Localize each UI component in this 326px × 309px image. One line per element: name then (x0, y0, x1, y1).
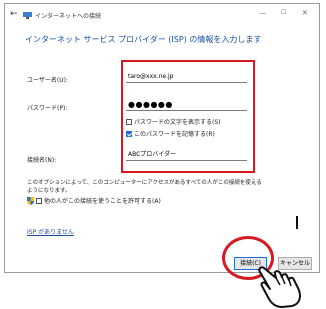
allow-others-row[interactable]: 他の人がこの接続を使うことを許可する(A) (27, 196, 161, 205)
page-heading: インターネット サービス プロバイダー (ISP) の情報を入力します (25, 35, 262, 44)
sharing-note: このオプションによって、このコンピューターにアクセスがあるすべての人がこの接続を… (27, 180, 262, 194)
username-label: ユーザー名(U): (27, 77, 68, 84)
no-isp-link[interactable]: ISP がありません (27, 227, 74, 236)
network-icon (23, 12, 32, 19)
allow-others-label: 他の人がこの接続を使うことを許可する(A) (44, 198, 161, 205)
window-title: インターネットへの接続 (35, 13, 102, 20)
title-bar: ← インターネットへの接続 — ☐ ✕ (5, 4, 319, 28)
pointing-hand-icon (258, 266, 301, 308)
text-cursor (296, 216, 298, 229)
maximize-button[interactable]: ☐ (281, 9, 286, 16)
back-arrow-icon[interactable]: ← (10, 9, 18, 19)
highlight-frame (121, 60, 255, 173)
minimize-button[interactable]: — (259, 9, 266, 17)
connection-name-label: 接続名(N): (27, 157, 57, 164)
close-button[interactable]: ✕ (302, 9, 308, 17)
password-label: パスワード(P): (27, 105, 68, 112)
allow-others-checkbox[interactable] (36, 197, 42, 204)
connect-dialog: ← インターネットへの接続 — ☐ ✕ インターネット サービス プロバイダー … (4, 3, 320, 273)
shield-icon (27, 196, 34, 205)
